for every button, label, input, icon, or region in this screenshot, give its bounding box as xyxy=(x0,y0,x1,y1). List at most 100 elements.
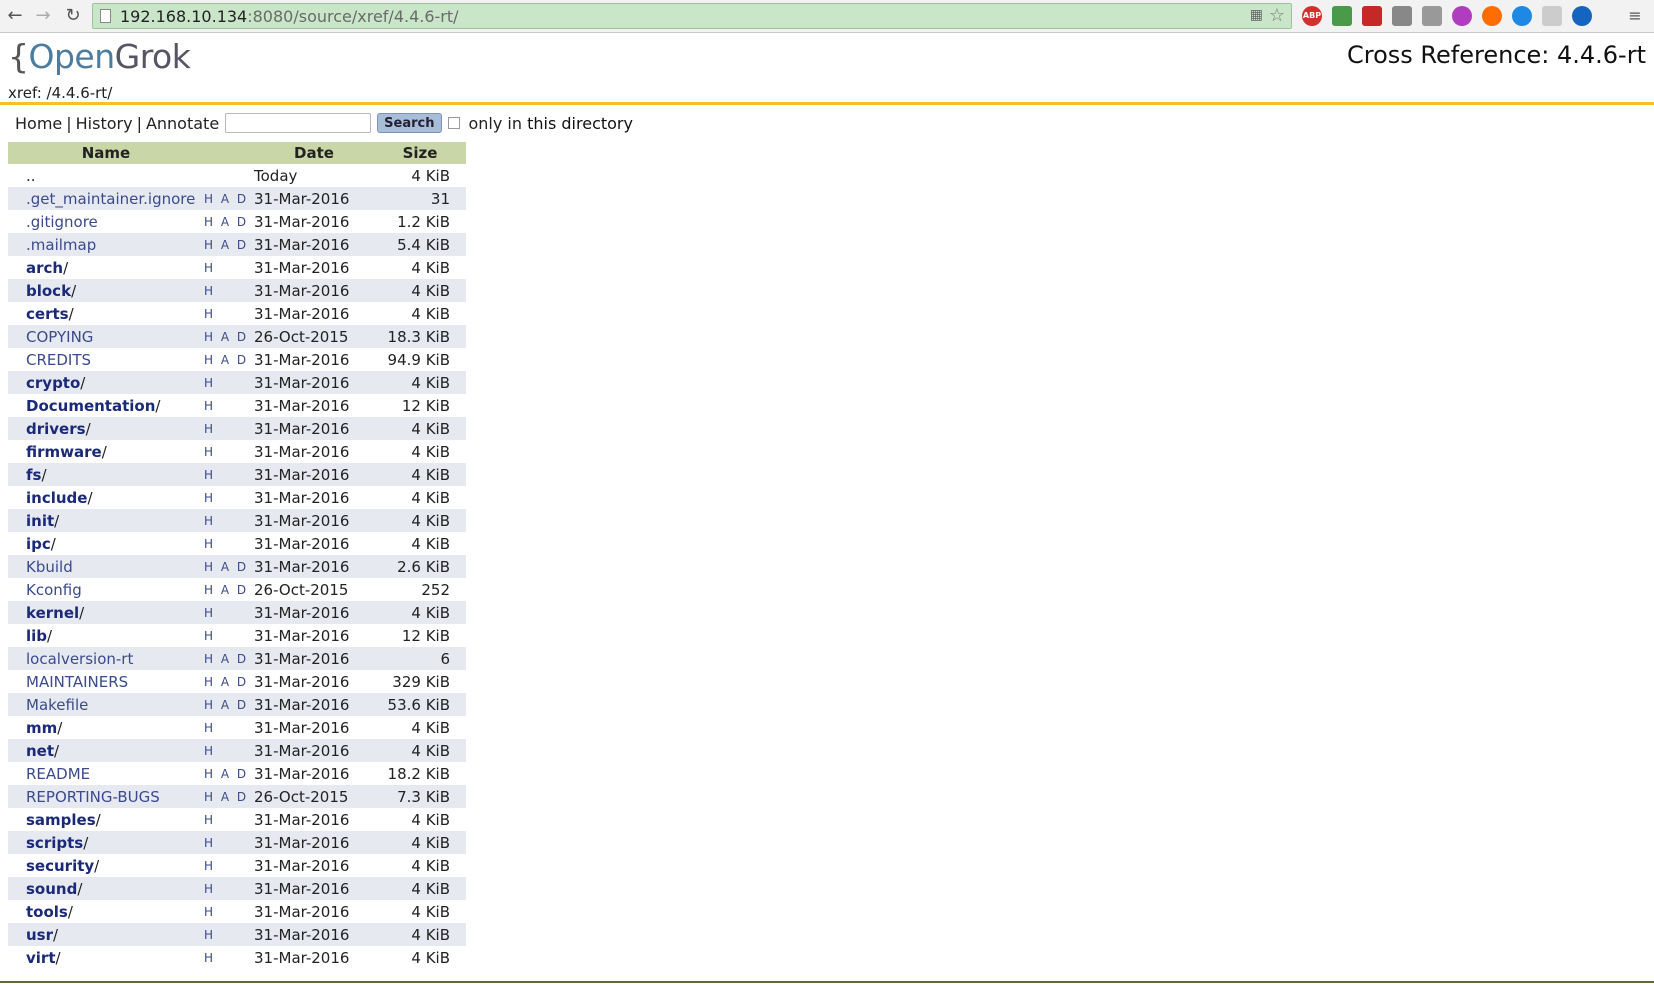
breadcrumb[interactable]: xref: /4.4.6-rt/ xyxy=(8,84,112,102)
opengrok-logo[interactable]: {OpenGrok xyxy=(8,37,191,76)
search-button[interactable]: Search xyxy=(377,113,442,133)
header-size[interactable]: Size xyxy=(374,142,466,164)
search-extension-icon[interactable] xyxy=(1512,6,1532,26)
reload-icon[interactable]: ↻ xyxy=(62,5,84,27)
cell-actions[interactable]: H A D xyxy=(204,647,254,670)
cell-actions[interactable]: H xyxy=(204,394,254,417)
cell-actions[interactable]: H xyxy=(204,279,254,302)
only-in-directory-checkbox[interactable] xyxy=(447,117,460,129)
cell-actions[interactable]: H A D xyxy=(204,785,254,808)
cell-actions[interactable]: H xyxy=(204,923,254,946)
color-extension-icon[interactable] xyxy=(1452,6,1472,26)
cell-actions[interactable]: H xyxy=(204,946,254,969)
directory-link[interactable]: certs xyxy=(26,305,69,323)
directory-link[interactable]: tools xyxy=(26,903,68,921)
bookmark-extension-icon[interactable] xyxy=(1572,6,1592,26)
directory-link[interactable]: samples xyxy=(26,811,96,829)
cell-actions[interactable]: H xyxy=(204,440,254,463)
cell-actions[interactable]: H xyxy=(204,601,254,624)
cell-actions[interactable]: H xyxy=(204,256,254,279)
cell-date: 31-Mar-2016 xyxy=(254,256,374,279)
directory-link[interactable]: kernel xyxy=(26,604,79,622)
home-link[interactable]: Home xyxy=(15,114,62,133)
file-link[interactable]: Makefile xyxy=(26,696,88,714)
language-extension-icon[interactable] xyxy=(1392,6,1412,26)
cell-actions[interactable]: H xyxy=(204,302,254,325)
directory-link[interactable]: scripts xyxy=(26,834,83,852)
file-link[interactable]: CREDITS xyxy=(26,351,91,369)
header-name[interactable]: Name xyxy=(8,142,204,164)
directory-link[interactable]: fs xyxy=(26,466,41,484)
directory-link[interactable]: usr xyxy=(26,926,53,944)
directory-link[interactable]: virt xyxy=(26,949,56,967)
url-text[interactable]: 192.168.10.134:8080/source/xref/4.4.6-rt… xyxy=(120,7,459,26)
menu-icon[interactable]: ≡ xyxy=(1624,5,1646,27)
translate-icon[interactable]: ▦ xyxy=(1250,7,1263,23)
cell-actions[interactable]: H A D xyxy=(204,325,254,348)
file-link[interactable]: README xyxy=(26,765,90,783)
cell-actions[interactable]: H A D xyxy=(204,210,254,233)
infinity-extension-icon[interactable] xyxy=(1482,6,1502,26)
directory-link[interactable]: mm xyxy=(26,719,57,737)
file-link[interactable]: MAINTAINERS xyxy=(26,673,128,691)
cell-actions[interactable]: H A D xyxy=(204,762,254,785)
parent-directory-link[interactable]: .. xyxy=(26,167,36,185)
directory-link[interactable]: lib xyxy=(26,627,47,645)
directory-link[interactable]: Documentation xyxy=(26,397,155,415)
directory-link[interactable]: drivers xyxy=(26,420,86,438)
directory-link[interactable]: net xyxy=(26,742,54,760)
file-link[interactable]: .mailmap xyxy=(26,236,96,254)
directory-link[interactable]: security xyxy=(26,857,94,875)
file-link[interactable]: REPORTING-BUGS xyxy=(26,788,160,806)
file-link[interactable]: localversion-rt xyxy=(26,650,133,668)
cell-actions[interactable]: H xyxy=(204,831,254,854)
cell-actions[interactable]: H A D xyxy=(204,555,254,578)
cell-actions[interactable]: H xyxy=(204,808,254,831)
cell-actions[interactable]: H xyxy=(204,877,254,900)
cell-actions[interactable]: H xyxy=(204,417,254,440)
annotate-link[interactable]: Annotate xyxy=(146,114,219,133)
star-icon[interactable]: ☆ xyxy=(1269,5,1285,26)
cell-actions[interactable]: H xyxy=(204,716,254,739)
back-arrow-icon[interactable]: ← xyxy=(4,5,26,27)
table-row: Kbuild H A D 31-Mar-2016 2.6 KiB xyxy=(8,555,466,578)
network-extension-icon[interactable] xyxy=(1542,6,1562,26)
cell-actions[interactable]: H xyxy=(204,739,254,762)
cell-actions[interactable]: H xyxy=(204,486,254,509)
cell-actions[interactable]: H xyxy=(204,854,254,877)
directory-link[interactable]: block xyxy=(26,282,71,300)
directory-link[interactable]: include xyxy=(26,489,87,507)
cell-actions[interactable]: H A D xyxy=(204,578,254,601)
file-link[interactable]: COPYING xyxy=(26,328,93,346)
header-date[interactable]: Date xyxy=(254,142,374,164)
download-extension-icon[interactable] xyxy=(1332,6,1352,26)
directory-link[interactable]: ipc xyxy=(26,535,51,553)
cell-actions[interactable]: H xyxy=(204,532,254,555)
file-link[interactable]: Kbuild xyxy=(26,558,73,576)
file-link[interactable]: Kconfig xyxy=(26,581,82,599)
directory-link[interactable]: crypto xyxy=(26,374,80,392)
cell-actions[interactable]: H A D xyxy=(204,693,254,716)
file-link[interactable]: .get_maintainer.ignore xyxy=(26,190,195,208)
directory-link[interactable]: sound xyxy=(26,880,77,898)
forward-arrow-icon[interactable]: → xyxy=(32,5,54,27)
cell-actions[interactable]: H xyxy=(204,371,254,394)
adblock-extension-icon[interactable]: ABP xyxy=(1302,6,1322,26)
pdf-extension-icon[interactable] xyxy=(1362,6,1382,26)
cell-actions[interactable]: H A D xyxy=(204,233,254,256)
directory-link[interactable]: arch xyxy=(26,259,63,277)
history-link[interactable]: History xyxy=(76,114,133,133)
address-bar[interactable]: 192.168.10.134:8080/source/xref/4.4.6-rt… xyxy=(92,3,1292,29)
directory-link[interactable]: firmware xyxy=(26,443,102,461)
file-link[interactable]: .gitignore xyxy=(26,213,98,231)
tool-extension-icon[interactable] xyxy=(1422,6,1442,26)
cell-actions[interactable]: H xyxy=(204,900,254,923)
cell-actions[interactable]: H xyxy=(204,624,254,647)
search-input[interactable] xyxy=(225,113,372,133)
cell-actions[interactable]: H A D xyxy=(204,670,254,693)
cell-actions[interactable]: H xyxy=(204,463,254,486)
cell-actions[interactable]: H A D xyxy=(204,187,254,210)
cell-actions[interactable]: H A D xyxy=(204,348,254,371)
cell-actions[interactable]: H xyxy=(204,509,254,532)
directory-link[interactable]: init xyxy=(26,512,54,530)
